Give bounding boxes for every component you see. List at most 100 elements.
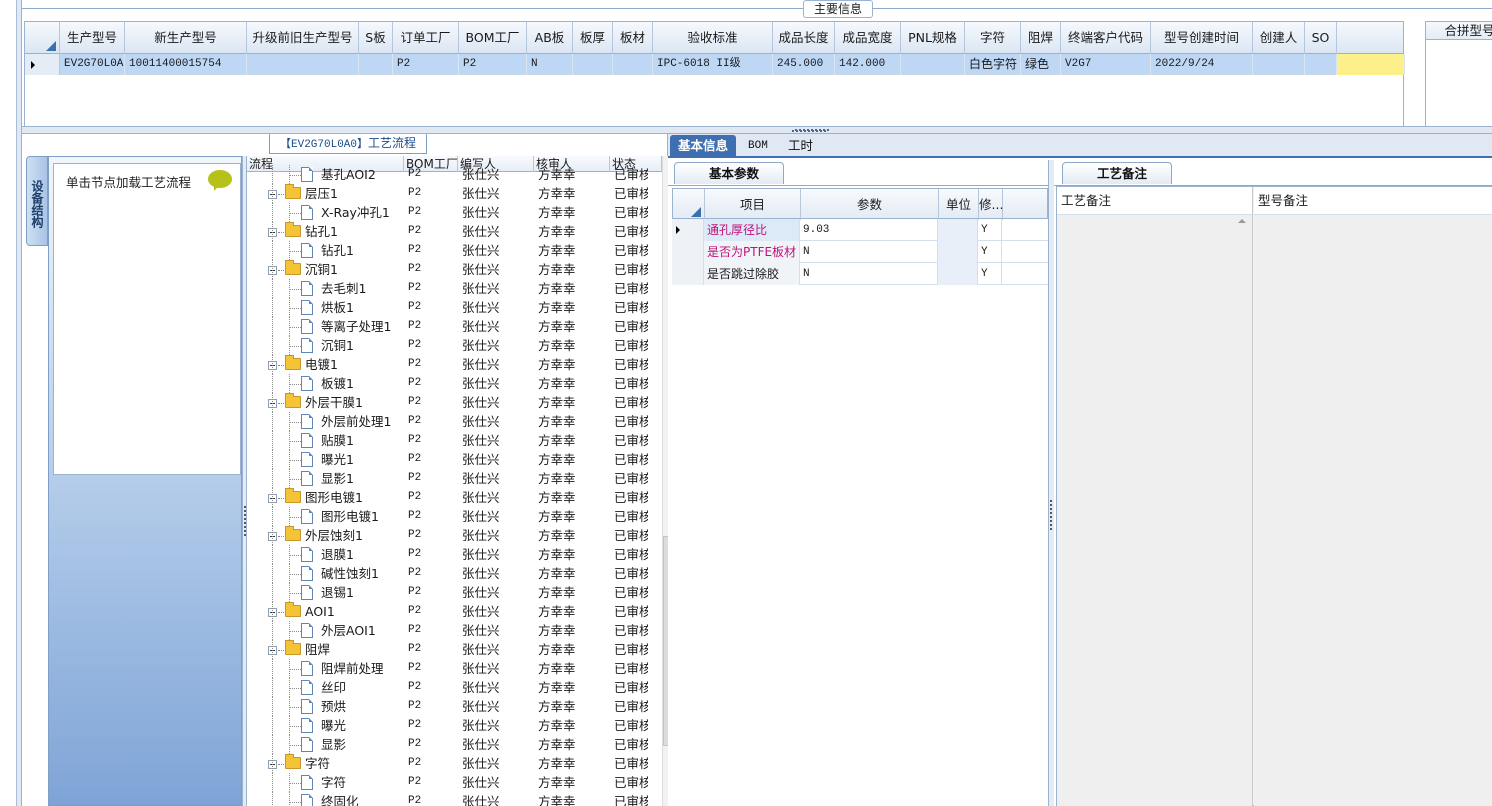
tree-row[interactable]: 外层干膜1 P2 张仕兴 方幸幸 已审核 bbox=[247, 393, 648, 412]
cell-thickness[interactable] bbox=[573, 54, 613, 75]
params-row-selector[interactable] bbox=[672, 241, 704, 263]
col-header-s-board[interactable]: S板 bbox=[359, 22, 393, 54]
col-header-so[interactable]: SO bbox=[1305, 22, 1337, 54]
scroll-up-icon[interactable] bbox=[1238, 219, 1246, 223]
tree-row[interactable]: 碱性蚀刻1 P2 张仕兴 方幸幸 已审核 bbox=[247, 564, 648, 583]
col-header-solder[interactable]: 阻焊 bbox=[1021, 22, 1061, 54]
col-header-standard[interactable]: 验收标准 bbox=[653, 22, 773, 54]
tree-row[interactable]: 字符 P2 张仕兴 方幸幸 已审核 bbox=[247, 754, 648, 773]
tree-row[interactable]: 阻焊 P2 张仕兴 方幸幸 已审核 bbox=[247, 640, 648, 659]
col-header-char[interactable]: 字符 bbox=[965, 22, 1021, 54]
grid-corner-select[interactable] bbox=[25, 22, 60, 54]
params-cell-value[interactable]: N bbox=[800, 263, 938, 285]
cell-ab-board[interactable]: N bbox=[527, 54, 573, 75]
cell-old-model[interactable] bbox=[247, 54, 359, 75]
horizontal-splitter[interactable] bbox=[22, 126, 1492, 134]
col-header-pnl[interactable]: PNL规格 bbox=[901, 22, 965, 54]
col-header-ab-board[interactable]: AB板 bbox=[527, 22, 573, 54]
params-table[interactable]: 项目 参数 单位 修... 通孔厚径比 9.03 Y 是否为PTFE板材 N Y 是否跳过除… bbox=[672, 188, 1048, 288]
tree-row[interactable]: 贴膜1 P2 张仕兴 方幸幸 已审核 bbox=[247, 431, 648, 450]
tree-row[interactable]: 图形电镀1 P2 张仕兴 方幸幸 已审核 bbox=[247, 507, 648, 526]
main-info-grid[interactable]: 生产型号 新生产型号 升级前旧生产型号 S板 订单工厂 BOM工厂 AB板 板厚… bbox=[24, 21, 1405, 127]
process-flow-tree[interactable]: 流程 BOM工厂 编写人 核审人 状态 基孔AOI2 P2 张仕兴 方幸幸 已审核 层压1… bbox=[247, 156, 662, 806]
tree-row[interactable]: 等离子处理1 P2 张仕兴 方幸幸 已审核 bbox=[247, 317, 648, 336]
tab-bom[interactable]: BOM bbox=[740, 135, 776, 157]
params-cell-mod[interactable]: Y bbox=[978, 241, 1002, 263]
table-row[interactable]: EV2G70L0A0 10011400015754 P2 P2 N IPC-60… bbox=[25, 54, 1405, 75]
model-note-field[interactable] bbox=[1254, 215, 1492, 806]
cell-new-model[interactable]: 10011400015754 bbox=[125, 54, 247, 75]
params-row-selector[interactable] bbox=[672, 263, 704, 285]
params-cell-unit[interactable] bbox=[938, 219, 978, 241]
params-cell-value[interactable]: N bbox=[800, 241, 938, 263]
cell-pnl[interactable] bbox=[901, 54, 965, 75]
tab-basic-params[interactable]: 基本参数 bbox=[674, 162, 785, 184]
tree-row[interactable]: 基孔AOI2 P2 张仕兴 方幸幸 已审核 bbox=[247, 165, 648, 184]
cell-created[interactable]: 2022/9/24 bbox=[1151, 54, 1253, 75]
tree-row[interactable]: X-Ray冲孔1 P2 张仕兴 方幸幸 已审核 bbox=[247, 203, 648, 222]
process-note-field[interactable] bbox=[1057, 215, 1253, 806]
tree-row[interactable]: 钻孔1 P2 张仕兴 方幸幸 已审核 bbox=[247, 241, 648, 260]
col-header-new-model[interactable]: 新生产型号 bbox=[125, 22, 247, 54]
col-header-thickness[interactable]: 板厚 bbox=[573, 22, 613, 54]
params-col-value[interactable]: 参数 bbox=[801, 189, 939, 220]
tree-row[interactable]: 层压1 P2 张仕兴 方幸幸 已审核 bbox=[247, 184, 648, 203]
tree-row[interactable]: 丝印 P2 张仕兴 方幸幸 已审核 bbox=[247, 678, 648, 697]
params-col-mod[interactable]: 修... bbox=[979, 189, 1003, 220]
tree-row[interactable]: 沉铜1 P2 张仕兴 方幸幸 已审核 bbox=[247, 336, 648, 355]
tree-row[interactable]: 预烘 P2 张仕兴 方幸幸 已审核 bbox=[247, 697, 648, 716]
col-header-width[interactable]: 成品宽度 bbox=[835, 22, 901, 54]
params-cell-item[interactable]: 通孔厚径比 bbox=[704, 219, 800, 241]
tree-row[interactable]: 退膜1 P2 张仕兴 方幸幸 已审核 bbox=[247, 545, 648, 564]
cell-length[interactable]: 245.000 bbox=[773, 54, 835, 75]
cell-standard[interactable]: IPC-6018 II级 bbox=[653, 54, 773, 75]
cell-char[interactable]: 白色字符 bbox=[965, 54, 1021, 75]
col-header-length[interactable]: 成品长度 bbox=[773, 22, 835, 54]
params-row[interactable]: 是否为PTFE板材 N Y bbox=[672, 241, 1048, 263]
tree-row[interactable]: 显影 P2 张仕兴 方幸幸 已审核 bbox=[247, 735, 648, 754]
params-col-unit[interactable]: 单位 bbox=[939, 189, 979, 220]
tree-row[interactable]: 终固化 P2 张仕兴 方幸幸 已审核 bbox=[247, 792, 648, 806]
col-header-material[interactable]: 板材 bbox=[613, 22, 653, 54]
params-row[interactable]: 通孔厚径比 9.03 Y bbox=[672, 219, 1048, 241]
params-row[interactable]: 是否跳过除胶 N Y bbox=[672, 263, 1048, 285]
cell-s-board[interactable] bbox=[359, 54, 393, 75]
tree-row[interactable]: 烘板1 P2 张仕兴 方幸幸 已审核 bbox=[247, 298, 648, 317]
params-cell-value[interactable]: 9.03 bbox=[800, 219, 938, 241]
cell-highlight[interactable] bbox=[1337, 54, 1405, 75]
cell-material[interactable] bbox=[613, 54, 653, 75]
tree-row[interactable]: 钻孔1 P2 张仕兴 方幸幸 已审核 bbox=[247, 222, 648, 241]
params-row-selector[interactable] bbox=[672, 219, 704, 241]
params-cell-item[interactable]: 是否跳过除胶 bbox=[704, 263, 800, 285]
tree-row[interactable]: 图形电镀1 P2 张仕兴 方幸幸 已审核 bbox=[247, 488, 648, 507]
tab-work-hours[interactable]: 工时 bbox=[780, 135, 821, 157]
tab-equipment-structure[interactable]: 设备结构 bbox=[26, 156, 48, 246]
col-header-order-plant[interactable]: 订单工厂 bbox=[393, 22, 459, 54]
tree-row[interactable]: AOI1 P2 张仕兴 方幸幸 已审核 bbox=[247, 602, 648, 621]
tree-row[interactable]: 外层AOI1 P2 张仕兴 方幸幸 已审核 bbox=[247, 621, 648, 640]
col-header-customer[interactable]: 终端客户代码 bbox=[1061, 22, 1151, 54]
params-corner-select[interactable] bbox=[673, 189, 705, 220]
params-cell-item[interactable]: 是否为PTFE板材 bbox=[704, 241, 800, 263]
col-header-created[interactable]: 型号创建时间 bbox=[1151, 22, 1253, 54]
tree-row[interactable]: 去毛刺1 P2 张仕兴 方幸幸 已审核 bbox=[247, 279, 648, 298]
params-cell-mod[interactable]: Y bbox=[978, 219, 1002, 241]
cell-width[interactable]: 142.000 bbox=[835, 54, 901, 75]
structure-list[interactable]: 单击节点加载工艺流程 bbox=[53, 163, 241, 475]
cell-solder[interactable]: 绿色 bbox=[1021, 54, 1061, 75]
cell-customer[interactable]: V2G7 bbox=[1061, 54, 1151, 75]
col-header-creator[interactable]: 创建人 bbox=[1253, 22, 1305, 54]
tree-row[interactable]: 板镀1 P2 张仕兴 方幸幸 已审核 bbox=[247, 374, 648, 393]
params-cell-unit[interactable] bbox=[938, 263, 978, 285]
tree-row[interactable]: 退锡1 P2 张仕兴 方幸幸 已审核 bbox=[247, 583, 648, 602]
row-selector[interactable] bbox=[25, 54, 60, 75]
tree-row[interactable]: 曝光1 P2 张仕兴 方幸幸 已审核 bbox=[247, 450, 648, 469]
col-header-prod-model[interactable]: 生产型号 bbox=[60, 22, 125, 54]
params-cell-mod[interactable]: Y bbox=[978, 263, 1002, 285]
tree-row[interactable]: 沉铜1 P2 张仕兴 方幸幸 已审核 bbox=[247, 260, 648, 279]
cell-so[interactable] bbox=[1305, 54, 1337, 75]
cell-order-plant[interactable]: P2 bbox=[393, 54, 459, 75]
params-col-item[interactable]: 项目 bbox=[705, 189, 801, 220]
tab-basic-info[interactable]: 基本信息 bbox=[670, 135, 737, 157]
tree-row[interactable]: 字符 P2 张仕兴 方幸幸 已审核 bbox=[247, 773, 648, 792]
